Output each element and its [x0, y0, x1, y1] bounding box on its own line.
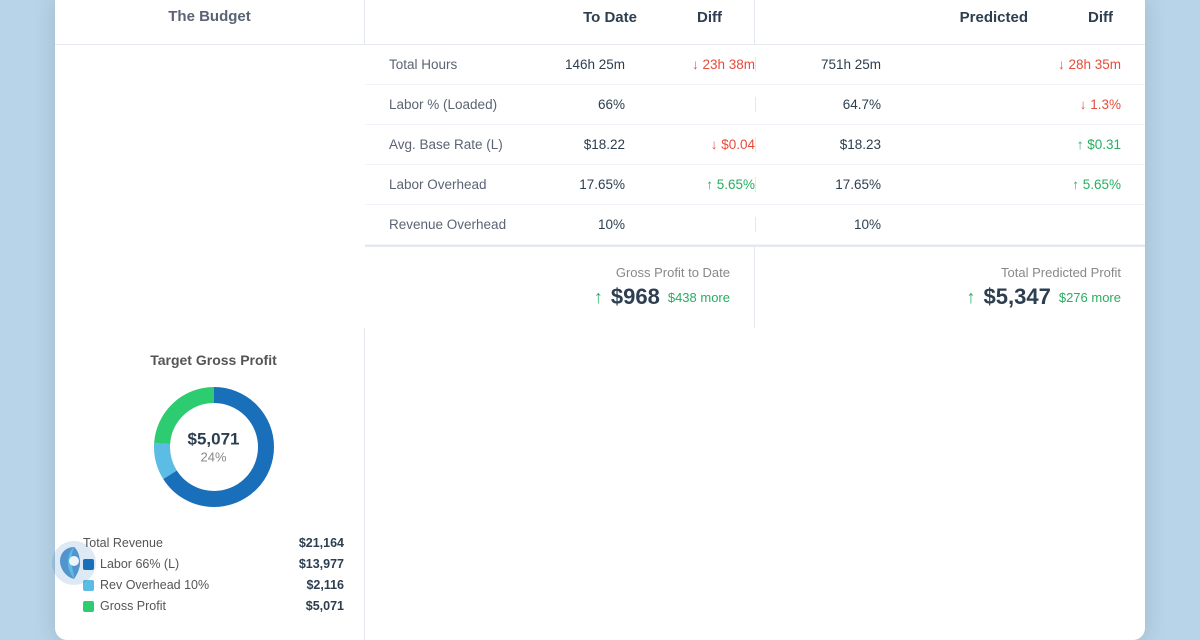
row-todate-value: 66%: [515, 97, 625, 112]
data-row-2: Avg. Base Rate (L) $18.22 ↓ $0.04 $18.23…: [365, 125, 1145, 165]
data-row-4: Revenue Overhead 10% 10%: [365, 205, 1145, 245]
row-label: Labor % (Loaded): [389, 97, 515, 112]
data-row-0: Total Hours 146h 25m ↓ 23h 38m 751h 25m …: [365, 45, 1145, 85]
legend-total-revenue: Total Revenue $21,164: [83, 536, 344, 550]
gross-profit-more: $438 more: [668, 290, 730, 305]
gross-profit-footer: Gross Profit to Date ↑ $968 $438 more: [365, 246, 755, 328]
row-label: Revenue Overhead: [389, 217, 515, 232]
total-revenue-value: $21,164: [290, 536, 344, 550]
logo-area: [52, 541, 96, 590]
predicted-header: Predicted: [960, 9, 1028, 26]
row-predicted-value: $18.23: [755, 137, 881, 152]
total-predicted-amount: $5,347: [984, 284, 1051, 310]
row-predicted-value: 17.65%: [755, 177, 881, 192]
data-rows: Total Hours 146h 25m ↓ 23h 38m 751h 25m …: [365, 45, 1145, 245]
budget-header-label: The Budget: [168, 8, 251, 25]
rev-overhead-value: $2,116: [290, 578, 344, 592]
labor-value: $13,977: [290, 557, 344, 571]
labor-label: Labor 66% (L): [100, 557, 179, 571]
row-predicted-diff: ↓ 28h 35m: [991, 57, 1121, 72]
data-row-3: Labor Overhead 17.65% ↑ 5.65% 17.65% ↑ 5…: [365, 165, 1145, 205]
row-predicted-diff: ↓ 1.3%: [991, 97, 1121, 112]
row-label: Labor Overhead: [389, 177, 515, 192]
gross-profit-amount: $968: [611, 284, 660, 310]
donut-percent: 24%: [188, 450, 240, 465]
row-todate-value: 10%: [515, 217, 625, 232]
donut-chart: $5,071 24%: [83, 382, 344, 512]
legend-rev-overhead: Rev Overhead 10% $2,116: [83, 578, 344, 592]
main-card: The Budget To Date Diff Predicted Diff T…: [55, 0, 1145, 640]
gross-profit-label: Gross Profit: [100, 599, 166, 613]
row-predicted-diff: ↑ 5.65%: [991, 177, 1121, 192]
legend-labor: Labor 66% (L) $13,977: [83, 557, 344, 571]
row-todate-diff: ↑ 5.65%: [625, 177, 755, 192]
left-panel: Target Gross Profit $: [55, 328, 365, 640]
row-todate-diff: ↓ $0.04: [625, 137, 755, 152]
chart-title: Target Gross Profit: [83, 352, 344, 368]
total-predicted-more: $276 more: [1059, 290, 1121, 305]
total-predicted-footer: Total Predicted Profit ↑ $5,347 $276 mor…: [755, 246, 1145, 328]
legend-gross-profit: Gross Profit $5,071: [83, 599, 344, 613]
data-row-1: Labor % (Loaded) 66% 64.7% ↓ 1.3%: [365, 85, 1145, 125]
total-predicted-label: Total Predicted Profit: [779, 265, 1121, 280]
diff2-header: Diff: [1088, 9, 1113, 26]
gross-profit-value: $5,071: [290, 599, 344, 613]
todate-header: To Date: [583, 9, 637, 26]
footer-up-arrow-right: ↑: [967, 287, 976, 308]
row-todate-value: 146h 25m: [515, 57, 625, 72]
row-todate-value: $18.22: [515, 137, 625, 152]
row-todate-diff: ↓ 23h 38m: [625, 57, 755, 72]
row-predicted-value: 751h 25m: [755, 57, 881, 72]
footer-up-arrow-mid: ↑: [594, 287, 603, 308]
app-logo-icon: [52, 541, 96, 585]
row-predicted-diff: ↑ $0.31: [991, 137, 1121, 152]
chart-legend: Total Revenue $21,164 Labor 66% (L) $13,…: [83, 536, 344, 620]
row-predicted-value: 10%: [755, 217, 881, 232]
rev-overhead-label: Rev Overhead 10%: [100, 578, 209, 592]
row-predicted-value: 64.7%: [755, 97, 881, 112]
row-label: Total Hours: [389, 57, 515, 72]
diff-header: Diff: [697, 9, 722, 26]
donut-amount: $5,071: [188, 430, 240, 450]
gross-profit-dot: [83, 601, 94, 612]
row-todate-value: 17.65%: [515, 177, 625, 192]
row-label: Avg. Base Rate (L): [389, 137, 515, 152]
gross-profit-footer-label: Gross Profit to Date: [389, 265, 730, 280]
